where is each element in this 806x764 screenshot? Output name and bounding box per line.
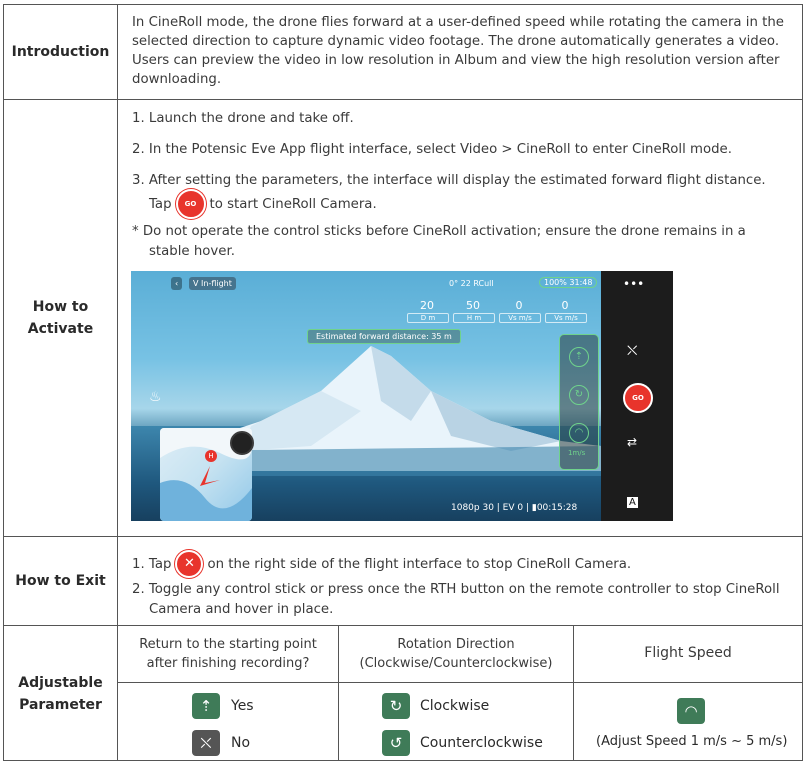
introduction-text: In CineRoll mode, the drone flies forwar… bbox=[132, 13, 797, 93]
exit-step-2-line-2: Camera and hover in place. bbox=[149, 602, 334, 617]
row-divider bbox=[4, 536, 802, 537]
cancel-cineroll-icon[interactable]: ⛌ bbox=[627, 343, 637, 359]
activate-step-1: 1. Launch the drone and take off. bbox=[132, 111, 354, 126]
exit-step-1: 1. Tap ✕ on the right side of the flight… bbox=[132, 550, 631, 578]
intro-line: selected direction to capture dynamic vi… bbox=[132, 34, 780, 49]
go-button[interactable]: GO bbox=[623, 383, 653, 413]
camera-switch-icon[interactable]: ⇄ bbox=[627, 435, 637, 449]
attitude-indicator bbox=[230, 431, 254, 455]
telemetry-unit: Vs m/s bbox=[545, 313, 587, 323]
drone-direction-icon bbox=[200, 466, 220, 486]
speed-gauge-icon: ◠ bbox=[677, 698, 705, 724]
rotation-column-header: Rotation Direction (Clockwise/Counterclo… bbox=[339, 625, 573, 682]
header-line: Return to the starting point bbox=[139, 636, 317, 652]
back-arrow-icon[interactable]: ‹ bbox=[171, 277, 183, 290]
right-toolbar: ••• ⛌ GO ⇄ A bbox=[601, 271, 673, 521]
adjustable-parameter-heading: Adjustable Parameter bbox=[18, 674, 103, 713]
telemetry-unit: Vs m/s bbox=[499, 313, 541, 323]
speed-range-note: (Adjust Speed 1 m/s ~ 5 m/s) bbox=[596, 734, 788, 749]
intro-line: Users can preview the video in low resol… bbox=[132, 53, 780, 68]
row-divider bbox=[117, 682, 802, 683]
how-to-activate-heading: How to Activate bbox=[27, 298, 94, 337]
clockwise-label: Clockwise bbox=[420, 698, 490, 714]
status-indicators: 0° 22 RCull bbox=[449, 279, 494, 288]
header-line: after finishing recording? bbox=[146, 655, 310, 671]
return-no-label: No bbox=[231, 735, 251, 751]
stop-button-icon: ✕ bbox=[175, 550, 204, 578]
activate-step-3-tap: Tap GO to start CineRoll Camera. bbox=[149, 189, 377, 219]
tap-after-text: to start CineRoll Camera. bbox=[209, 196, 377, 212]
intro-line: In CineRoll mode, the drone flies forwar… bbox=[132, 15, 784, 30]
home-point-icon: H bbox=[205, 450, 217, 462]
row-divider bbox=[4, 99, 802, 100]
exit-step-2-line-1: 2. Toggle any control stick or press onc… bbox=[132, 582, 780, 597]
telemetry-value: 0 bbox=[515, 299, 523, 312]
telemetry-value: 20 bbox=[420, 299, 434, 312]
exit-step-1-text: on the right side of the flight interfac… bbox=[207, 556, 632, 572]
telemetry-unit: H m bbox=[453, 313, 495, 323]
return-start-icon[interactable]: ⇡ bbox=[569, 347, 589, 367]
telemetry-value: 0 bbox=[561, 299, 569, 312]
header-line: (Clockwise/Counterclockwise) bbox=[359, 655, 553, 671]
return-no-icon: ⛌ bbox=[192, 730, 220, 756]
speed-gauge-icon[interactable]: ◠ bbox=[569, 423, 589, 443]
return-yes-label: Yes bbox=[231, 698, 254, 714]
drone-icon: ♨ bbox=[149, 389, 162, 405]
exit-steps: 1. Tap ✕ on the right side of the flight… bbox=[132, 550, 797, 620]
auto-exposure-icon[interactable]: A bbox=[627, 497, 638, 508]
clockwise-icon: ↻ bbox=[382, 693, 410, 719]
rotation-direction-icon[interactable]: ↻ bbox=[569, 385, 589, 405]
how-to-exit-heading: How to Exit bbox=[15, 572, 106, 589]
forward-distance-banner: Estimated forward distance: 35 m bbox=[307, 329, 461, 344]
activate-step-2: 2. In the Potensic Eve App flight interf… bbox=[132, 142, 732, 157]
speed-unit: 1m/s bbox=[568, 449, 586, 457]
counterclockwise-icon: ↺ bbox=[382, 730, 410, 756]
recording-status: 1080p 30 | EV 0 | ▮00:15:28 bbox=[451, 503, 578, 513]
header-line: Rotation Direction bbox=[397, 636, 515, 652]
go-button-icon: GO bbox=[175, 189, 206, 219]
counterclockwise-label: Counterclockwise bbox=[420, 735, 543, 751]
telemetry-value: 50 bbox=[466, 299, 480, 312]
tap-word: 1. Tap bbox=[132, 556, 172, 572]
activate-note-line-1: * Do not operate the control sticks befo… bbox=[132, 224, 746, 239]
telemetry-unit: D m bbox=[407, 313, 449, 323]
activate-step-3: 3. After setting the parameters, the int… bbox=[132, 173, 766, 188]
return-column-header: Return to the starting point after finis… bbox=[118, 625, 338, 682]
mode-chip[interactable]: V In-flight bbox=[189, 277, 236, 290]
activate-steps: 1. Launch the drone and take off. 2. In … bbox=[132, 109, 797, 269]
intro-line: downloading. bbox=[132, 72, 222, 87]
speed-column-header: Flight Speed bbox=[644, 645, 732, 661]
battery-indicator: 100% 31:48 bbox=[539, 277, 598, 288]
return-yes-icon: ⇡ bbox=[192, 693, 220, 719]
cineroll-table: Introduction In CineRoll mode, the drone… bbox=[3, 4, 803, 761]
tap-word: Tap bbox=[149, 196, 172, 212]
introduction-heading: Introduction bbox=[11, 44, 110, 60]
more-menu-icon[interactable]: ••• bbox=[623, 277, 644, 291]
flight-interface-screenshot: ‹ V In-flight 0° 22 RCull 100% 31:48 20 … bbox=[131, 271, 673, 521]
cineroll-settings-panel: ⇡ ↻ ◠ 1m/s bbox=[559, 334, 599, 470]
activate-note-line-2: stable hover. bbox=[149, 244, 235, 259]
